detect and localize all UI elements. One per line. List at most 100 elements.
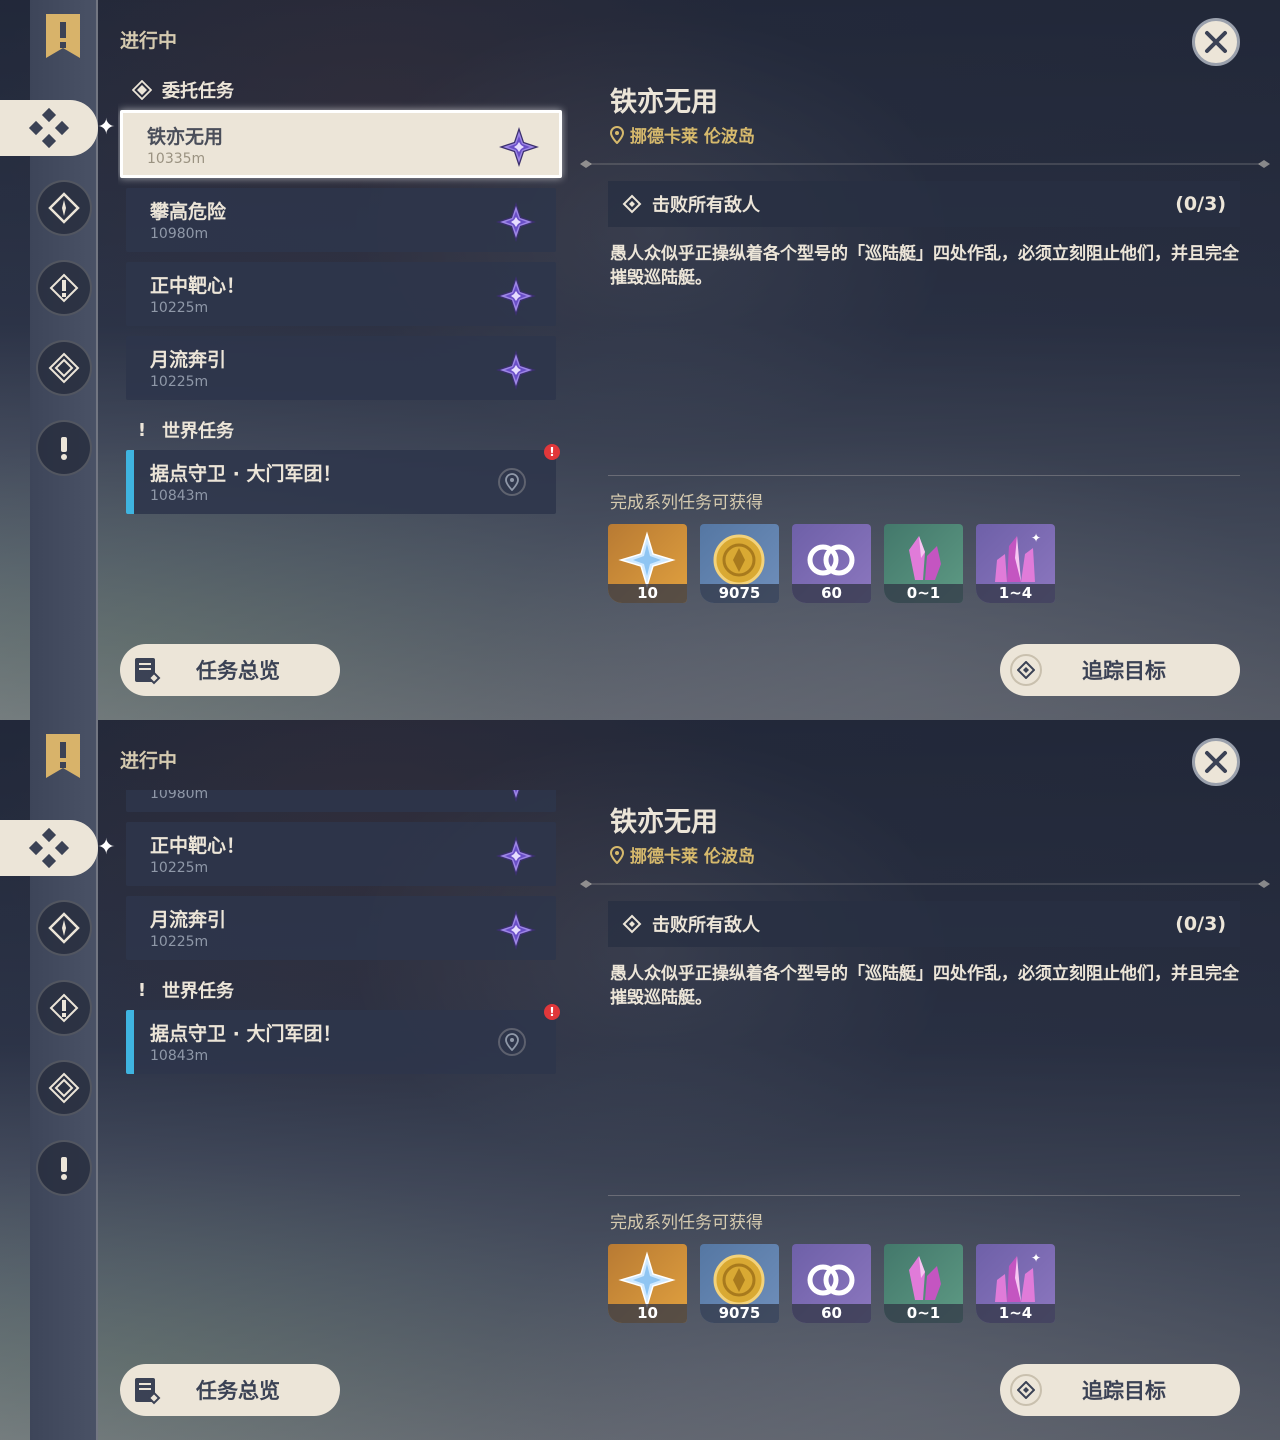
quest-item[interactable]: 正中靶心！ 10225m (126, 262, 556, 326)
mora-icon (713, 1254, 765, 1306)
nav-archon[interactable] (36, 900, 92, 956)
commission-icon (28, 827, 70, 869)
quest-title: 铁亦无用 (610, 807, 718, 838)
world-section-icon: ! (137, 979, 147, 1001)
reward-crystal-chunk[interactable]: 0~1 (884, 1244, 963, 1323)
objective-icon (622, 194, 642, 214)
quest-list[interactable]: 攀高危险 10980m 正中靶心！ 10225m 月流奔引 10225m ! 世… (118, 790, 568, 1250)
reward-count: 0~1 (884, 1304, 963, 1323)
banner-icon[interactable] (44, 12, 82, 60)
quest-item[interactable]: 正中靶心！ 10225m (126, 822, 556, 886)
companionship-icon (807, 544, 855, 576)
reward-crystal-cluster[interactable]: ✦ 1~4 (976, 1244, 1055, 1323)
nav-story[interactable] (36, 980, 92, 1036)
status-header: 进行中 (120, 30, 178, 52)
nav-event[interactable] (36, 340, 92, 396)
quest-distance: 10843m (150, 1048, 209, 1064)
crystal-cluster-icon: ✦ (995, 1251, 1041, 1302)
objective-count: (0/3) (1175, 913, 1226, 935)
map-pin-icon[interactable] (498, 1028, 526, 1056)
alert-badge: ! (544, 444, 560, 460)
overview-label: 任务总览 (196, 1379, 280, 1403)
reward-count: 9075 (700, 1304, 779, 1323)
quest-name: 据点守卫 · 大门军团！ (150, 1023, 342, 1045)
close-button[interactable] (1192, 18, 1240, 66)
nav-commission[interactable] (0, 820, 98, 876)
track-icon (1010, 654, 1042, 686)
companionship-icon (807, 1264, 855, 1296)
quest-item[interactable]: 攀高危险 10980m (126, 188, 556, 252)
section-world-label: 世界任务 (162, 421, 234, 442)
nav-archon[interactable] (36, 180, 92, 236)
commission-star-icon (494, 834, 538, 878)
mora-icon (713, 534, 765, 586)
objective-count: (0/3) (1175, 193, 1226, 215)
commission-icon (28, 107, 70, 149)
rail-divider (96, 0, 98, 720)
overview-label: 任务总览 (196, 659, 280, 683)
sparkle-icon: ✦ (97, 115, 116, 140)
reward-mora[interactable]: 9075 (700, 1244, 779, 1323)
reward-companionship[interactable]: 60 (792, 524, 871, 603)
reward-crystal-chunk[interactable]: 0~1 (884, 524, 963, 603)
track-label: 追踪目标 (1082, 659, 1166, 683)
track-target-button[interactable]: 追踪目标 (1000, 1364, 1240, 1416)
quest-item[interactable]: 攀高危险 10980m (126, 790, 556, 812)
reward-companionship[interactable]: 60 (792, 1244, 871, 1323)
nav-commission[interactable] (0, 100, 98, 156)
close-button[interactable] (1192, 738, 1240, 786)
quest-item-selected[interactable]: 铁亦无用 10335m (120, 110, 562, 178)
reward-count: 1~4 (976, 584, 1055, 603)
alert-badge: ! (544, 1004, 560, 1020)
commission-star-icon (497, 125, 541, 169)
reward-primogem[interactable]: 10 (608, 1244, 687, 1323)
location-pin-icon (610, 125, 624, 144)
quest-list[interactable]: 委托任务 铁亦无用 10335m 攀高危险 10980m 正中靶心！ 10225… (118, 70, 568, 530)
rewards-row: 10 9075 60 0~1 ✦ 1~4 (608, 1244, 1055, 1323)
story-quest-icon (49, 993, 79, 1023)
section-world: ! 世界任务 (118, 410, 568, 450)
objective-text: 击败所有敌人 (652, 915, 760, 936)
world-quest-item[interactable]: 据点守卫 · 大门军团！ 10843m ! (126, 444, 560, 514)
world-quest-icon (61, 437, 67, 460)
reward-mora[interactable]: 9075 (700, 524, 779, 603)
world-section-icon: ! (137, 419, 147, 441)
nav-world[interactable] (36, 1140, 92, 1196)
nav-event[interactable] (36, 1060, 92, 1116)
world-quest-item[interactable]: 据点守卫 · 大门军团！ 10843m ! (126, 1004, 560, 1074)
svg-text:✦: ✦ (1031, 1251, 1041, 1265)
track-target-button[interactable]: 追踪目标 (1000, 644, 1240, 696)
quest-overview-button[interactable]: 任务总览 (120, 1364, 340, 1416)
banner-icon[interactable] (44, 732, 82, 780)
reward-crystal-cluster[interactable]: ✦ 1~4 (976, 524, 1055, 603)
map-pin-icon[interactable] (498, 468, 526, 496)
nav-story[interactable] (36, 260, 92, 316)
status-header: 进行中 (120, 750, 178, 772)
quest-screen-1: ✦ 进行中 委托任务 铁亦无用 10335m 攀高危险 10980m 正中靶心！… (0, 0, 1280, 720)
section-world: ! 世界任务 (118, 970, 568, 1010)
close-icon (1205, 751, 1227, 773)
quest-location: 挪德卡莱 伦波岛 (610, 842, 755, 867)
section-world-label: 世界任务 (162, 981, 234, 1002)
location-pin-icon (610, 845, 624, 864)
reward-primogem[interactable]: 10 (608, 524, 687, 603)
rewards-label: 完成系列任务可获得 (610, 1213, 763, 1233)
quest-description: 愚人众似乎正操纵着各个型号的「巡陆艇」四处作乱，必须立刻阻止他们，并且完全摧毁巡… (610, 244, 1239, 288)
quest-item[interactable]: 月流奔引 10225m (126, 336, 556, 400)
event-quest-icon (48, 1072, 80, 1104)
section-commission: 委托任务 (118, 70, 568, 110)
rewards-row: 10 9075 60 0~1 ✦ 1~4 (608, 524, 1055, 603)
quest-description: 愚人众似乎正操纵着各个型号的「巡陆艇」四处作乱，必须立刻阻止他们，并且完全摧毁巡… (610, 964, 1239, 1008)
commission-star-icon (494, 274, 538, 318)
reward-count: 1~4 (976, 1304, 1055, 1323)
commission-star-icon (494, 790, 538, 804)
sparkle-icon: ✦ (97, 835, 116, 860)
quest-overview-button[interactable]: 任务总览 (120, 644, 340, 696)
quest-book-icon (135, 1378, 161, 1405)
commission-star-icon (494, 908, 538, 952)
objective-text: 击败所有敌人 (652, 195, 760, 216)
reward-count: 60 (792, 1304, 871, 1323)
commission-section-icon (132, 80, 152, 100)
nav-world[interactable] (36, 420, 92, 476)
quest-item[interactable]: 月流奔引 10225m (126, 896, 556, 960)
